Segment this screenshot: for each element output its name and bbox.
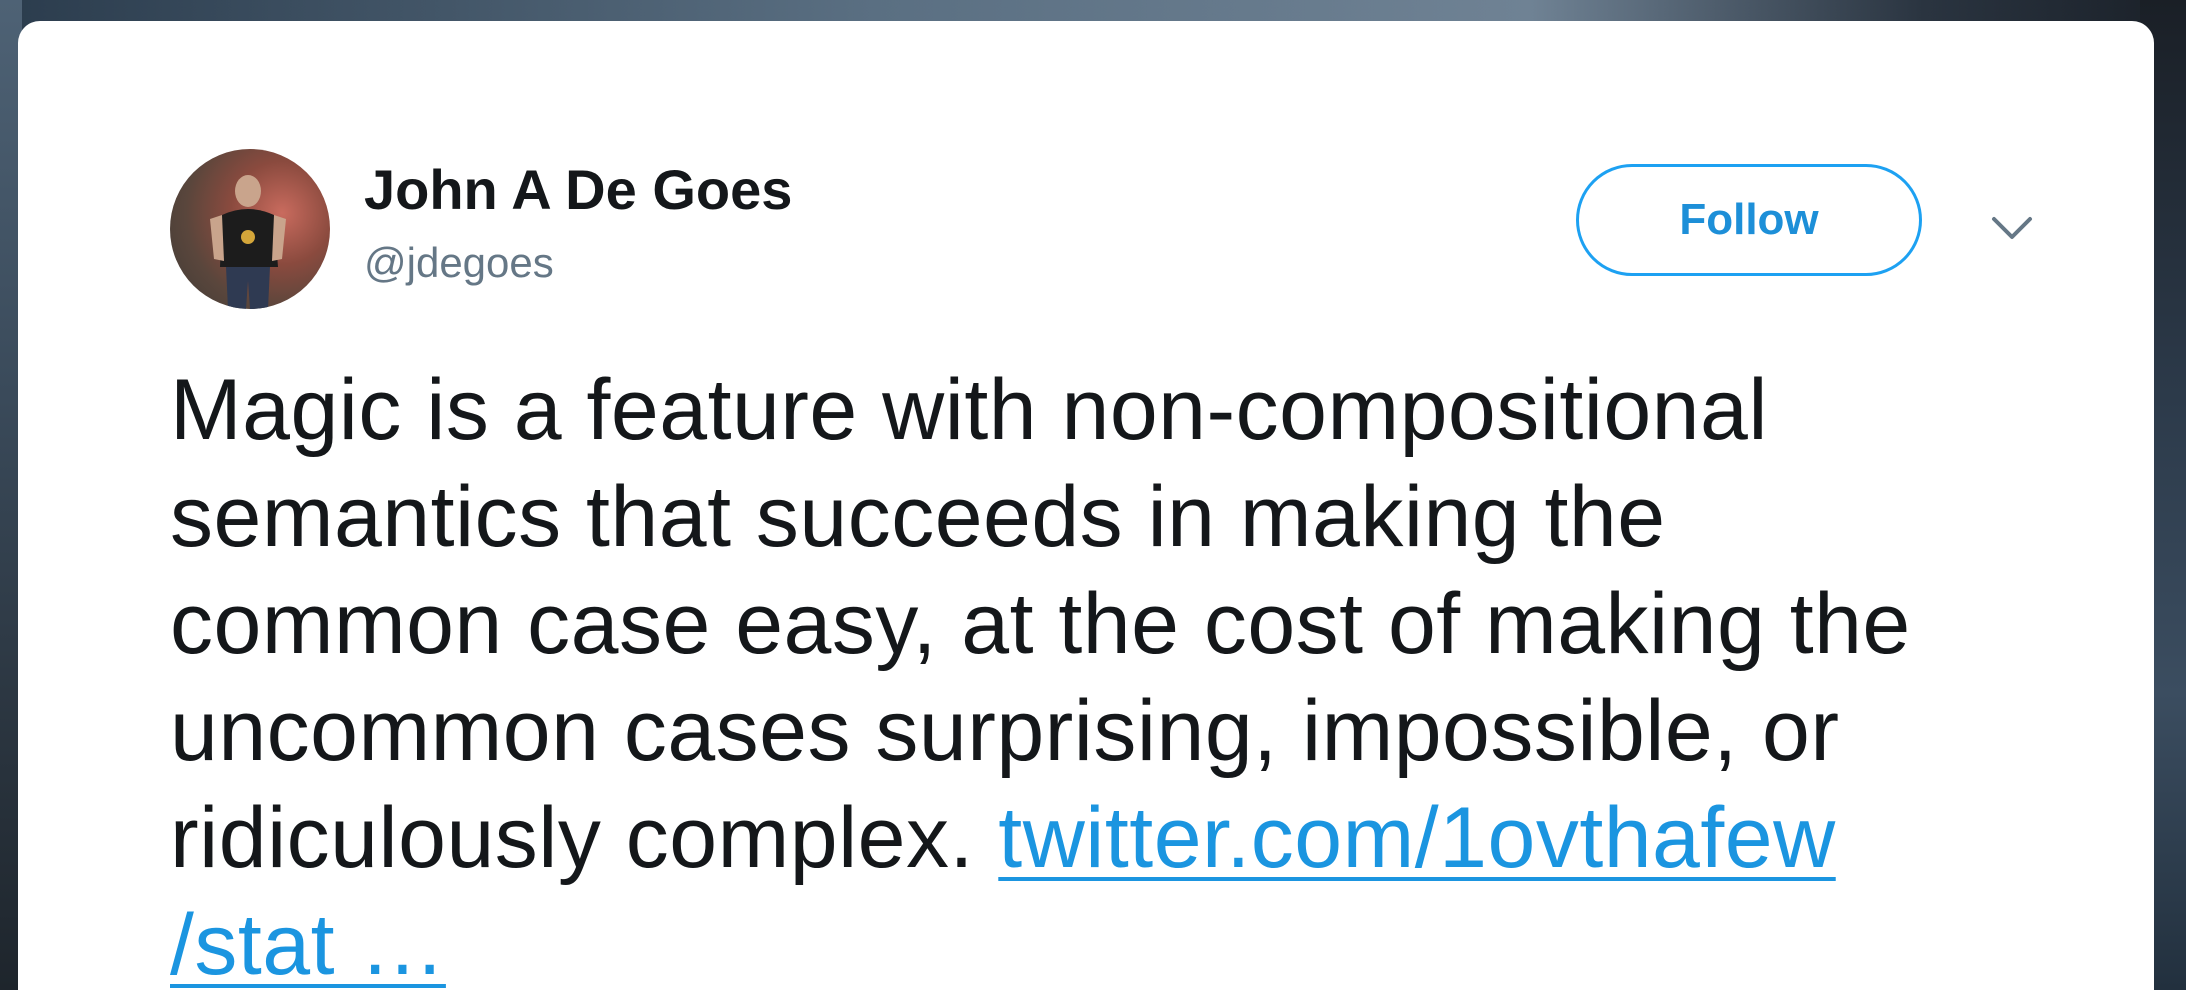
tweet-line: ridiculously complex. xyxy=(170,790,999,886)
avatar-photo xyxy=(210,175,286,309)
tweet-link-continued[interactable]: /stat … xyxy=(170,897,446,990)
tweet-line: uncommon cases surprising, impossible, o… xyxy=(170,683,1840,779)
tweet-text: Magic is a feature with non-compositiona… xyxy=(170,357,2070,990)
tweet-link[interactable]: twitter.com/1ovthafew xyxy=(998,790,1835,886)
tweet-line: semantics that succeeds in making the xyxy=(170,469,1666,565)
tweet-card: John A De Goes @jdegoes Follow Magic is … xyxy=(18,21,2154,990)
tweet-line: Magic is a feature with non-compositiona… xyxy=(170,362,1768,458)
avatar[interactable] xyxy=(170,149,330,309)
author-handle[interactable]: @jdegoes xyxy=(364,239,554,287)
tweet-line-with-link: ridiculously complex. twitter.com/1ovtha… xyxy=(170,785,2070,892)
follow-button[interactable]: Follow xyxy=(1576,164,1922,276)
chevron-down-icon[interactable] xyxy=(1988,211,2036,247)
tweet-line-with-link: /stat … xyxy=(170,892,2070,990)
author-name[interactable]: John A De Goes xyxy=(364,157,792,222)
tweet-line: common case easy, at the cost of making … xyxy=(170,576,1911,672)
